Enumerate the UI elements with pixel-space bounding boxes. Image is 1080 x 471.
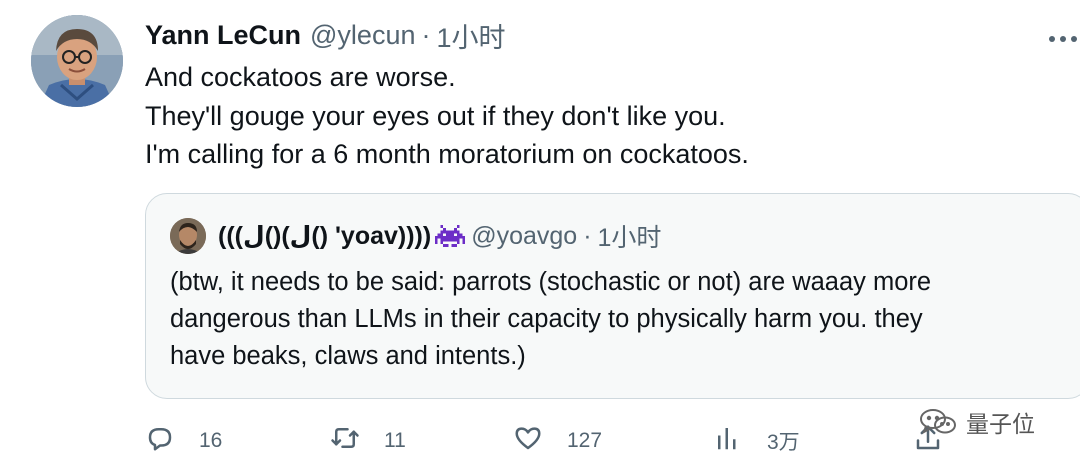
quoted-author-handle: @yoavgo (471, 221, 578, 250)
views-button[interactable]: 3万 (713, 421, 800, 461)
separator-dot: · (583, 221, 592, 250)
like-count: 127 (567, 429, 603, 452)
retweet-count: 11 (384, 429, 406, 452)
quoted-tweet[interactable]: (((ل()(ل() 'yoav)))) @yoavgo · 1小时 (btw,… (145, 193, 1080, 399)
reply-count: 16 (199, 429, 223, 452)
retweet-button[interactable]: 11 (330, 421, 406, 461)
views-count: 3万 (767, 431, 800, 454)
quoted-author-display-name: (((ل()(ل() 'yoav)))) (218, 222, 432, 250)
reply-button[interactable]: 16 (145, 421, 222, 461)
watermark: 量子位 (918, 403, 1035, 441)
like-button[interactable]: 127 (513, 421, 602, 461)
quoted-tweet-timestamp: 1小时 (597, 224, 662, 252)
quoted-text-line: have beaks, claws and intents.) (170, 342, 526, 370)
tweet-text-line: They'll gouge your eyes out if they don'… (145, 100, 726, 131)
author-handle[interactable]: @ylecun (310, 20, 415, 51)
quoted-tweet-header: (((ل()(ل() 'yoav)))) @yoavgo · 1小时 (170, 216, 661, 256)
tweet-timestamp[interactable]: 1小时 (436, 16, 505, 55)
separator-dot: · (421, 19, 431, 50)
author-display-name[interactable]: Yann LeCun (145, 20, 301, 51)
author-avatar[interactable] (31, 15, 123, 107)
quoted-text-line: dangerous than LLMs in their capacity to… (170, 305, 923, 333)
tweet: Yann LeCun @ylecun · 1小时 And cockatoos a… (0, 0, 1080, 471)
watermark-text: 量子位 (966, 411, 1035, 437)
views-icon (713, 423, 743, 459)
space-invader-icon (435, 223, 466, 249)
quoted-tweet-text: (btw, it needs to be said: parrots (stoc… (170, 264, 1070, 375)
quoted-author-avatar (170, 218, 206, 254)
tweet-header: Yann LeCun @ylecun · 1小时 (145, 16, 506, 55)
tweet-text-line: I'm calling for a 6 month moratorium on … (145, 139, 749, 169)
wechat-icon (918, 407, 958, 437)
heart-icon (513, 423, 543, 459)
retweet-icon (330, 423, 360, 459)
tweet-text: And cockatoos are worse. They'll gouge y… (145, 58, 749, 174)
reply-icon (145, 423, 175, 459)
more-icon[interactable] (1046, 24, 1080, 54)
quoted-text-line: (btw, it needs to be said: parrots (stoc… (170, 268, 932, 296)
tweet-text-line: And cockatoos are worse. (145, 62, 456, 92)
